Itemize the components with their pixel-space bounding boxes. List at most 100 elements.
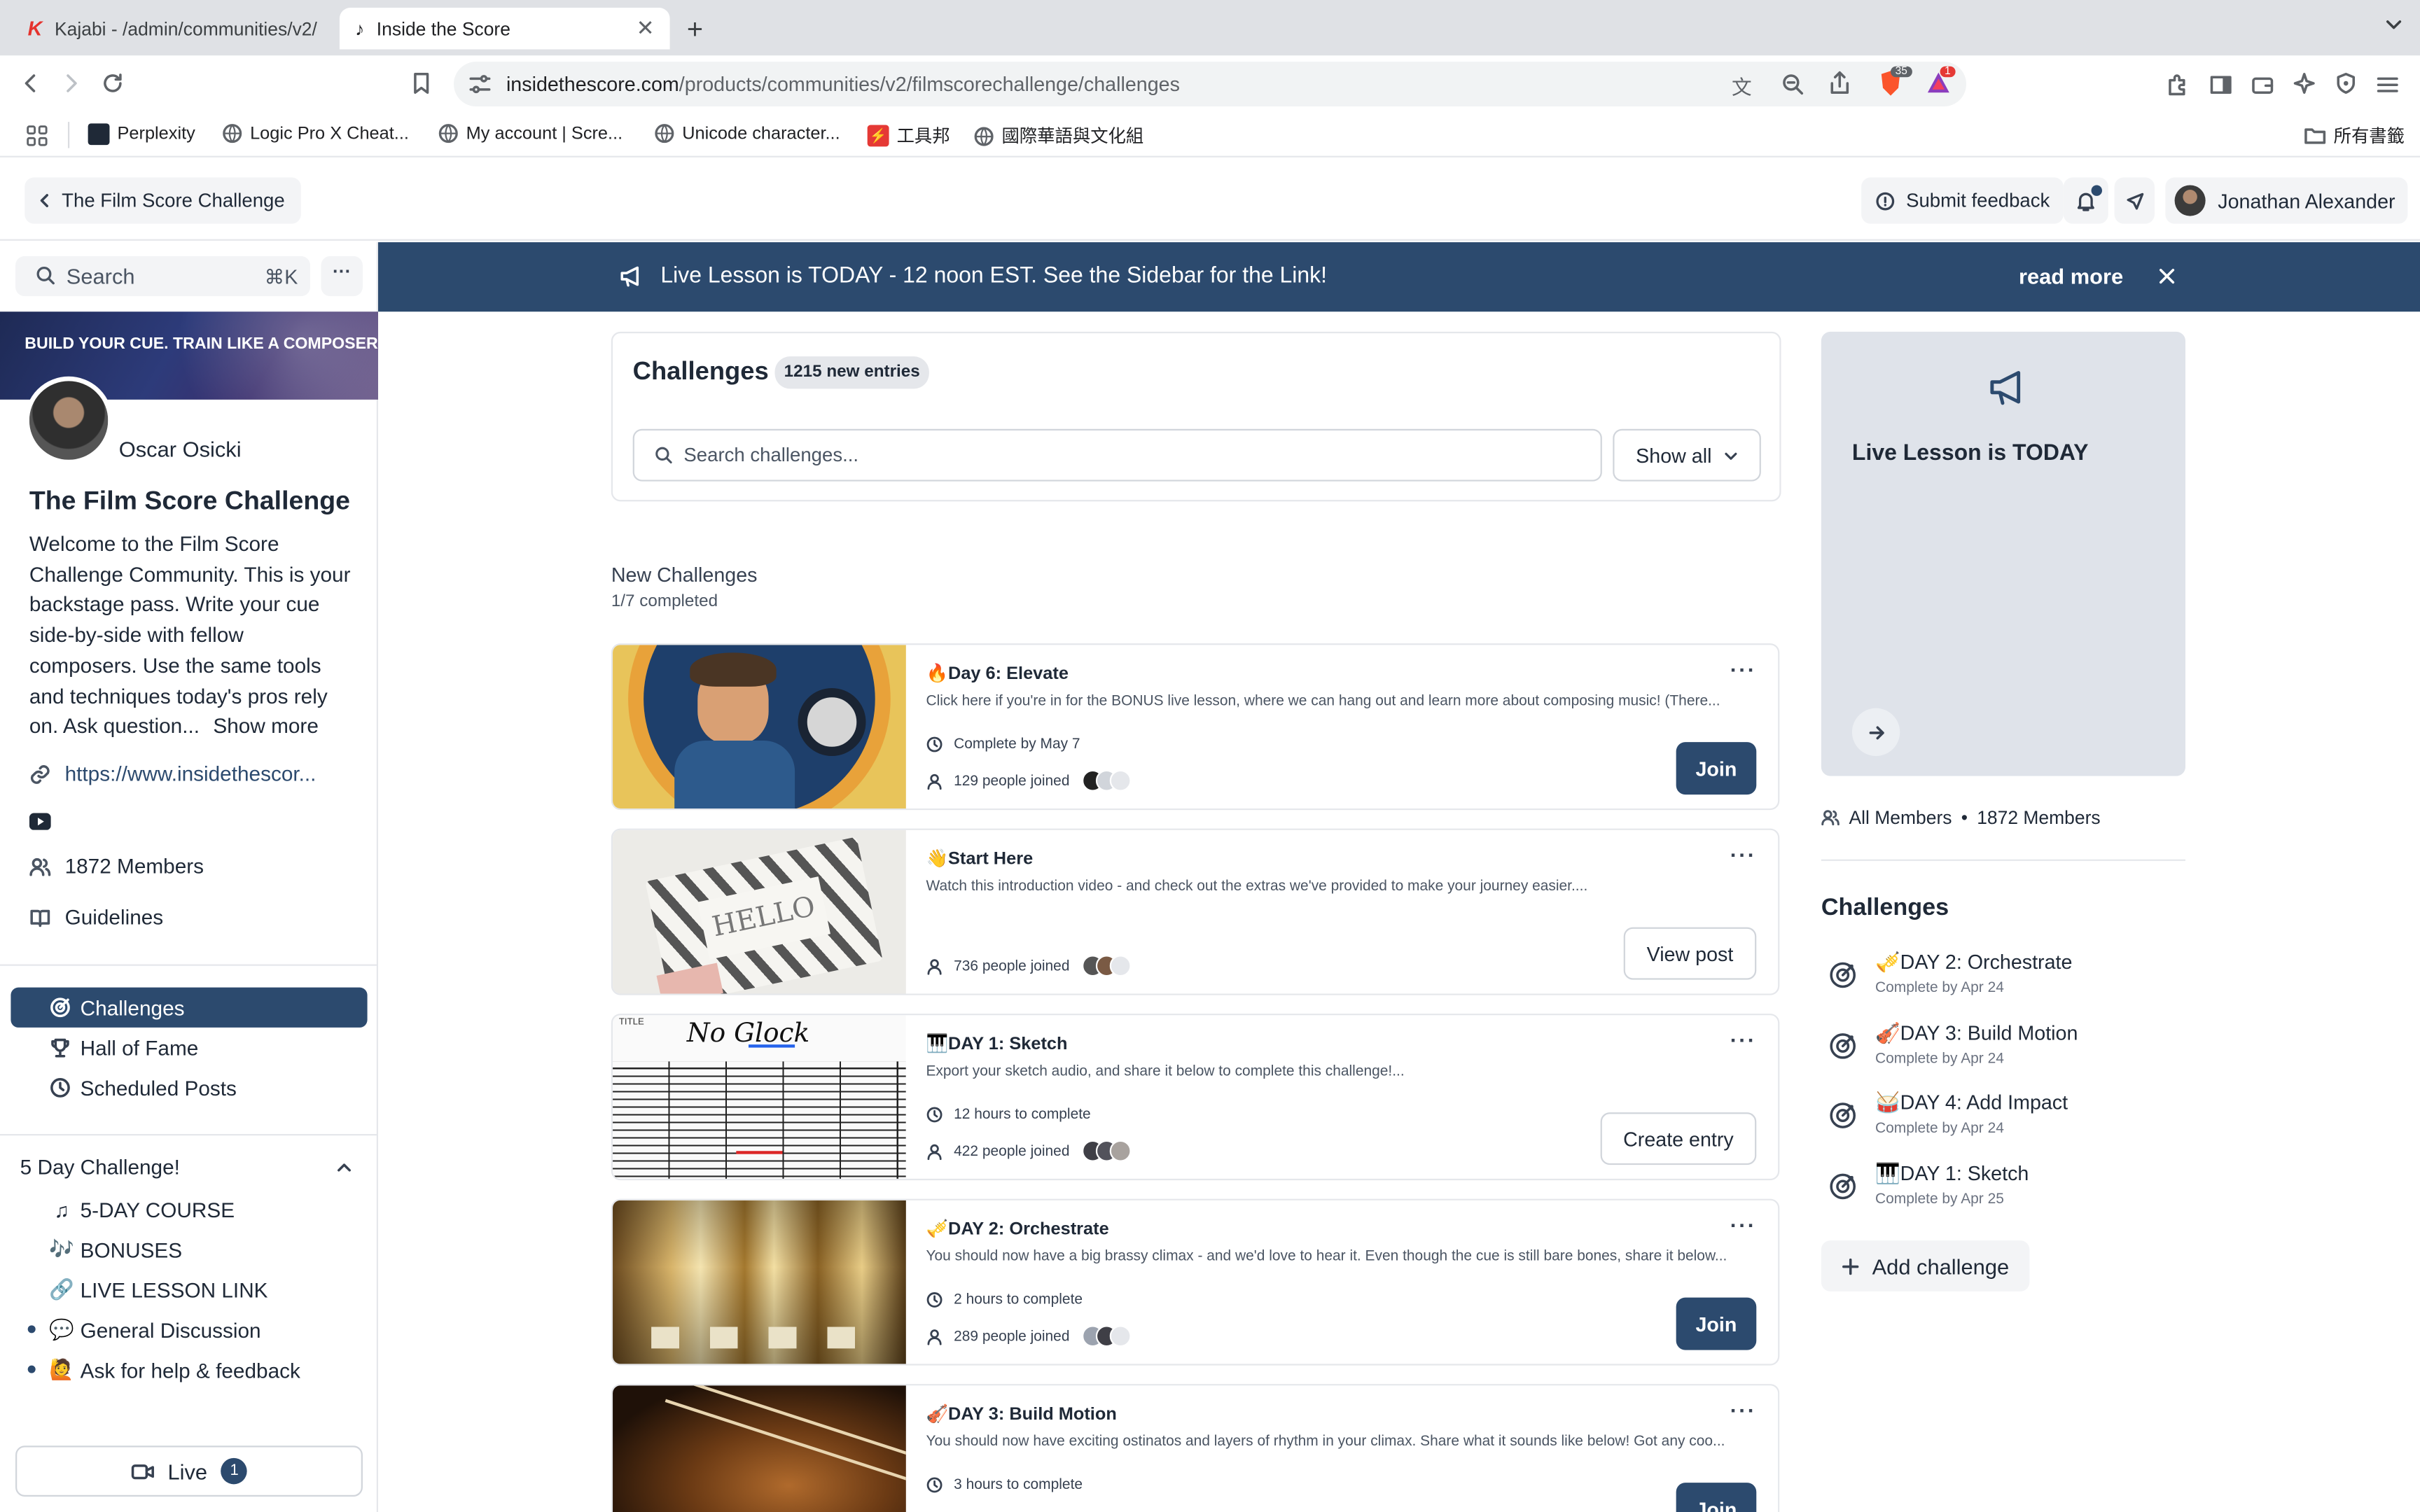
bookmark-tools[interactable]: ⚡ 工具邦: [867, 123, 950, 148]
bookmark-perplexity[interactable]: Perplexity: [88, 123, 195, 146]
sidebar-search-input[interactable]: Search ⌘K: [15, 255, 311, 297]
browser-tab-kajabi[interactable]: K Kajabi - /admin/communities/v2/7: [13, 8, 333, 50]
show-more-link[interactable]: Show more: [213, 715, 318, 738]
back-arrow-icon[interactable]: [18, 71, 43, 95]
avatar-stack: [1082, 1140, 1132, 1162]
owner-avatar[interactable]: [25, 376, 113, 465]
live-lesson-promo-card[interactable]: Live Lesson is TODAY: [1821, 331, 2186, 776]
sidebar-item-5-day-course[interactable]: ♫ 5-DAY COURSE: [11, 1189, 367, 1229]
users-icon: [29, 855, 51, 877]
sidebar-item-scheduled-posts[interactable]: Scheduled Posts: [11, 1068, 367, 1107]
avatar: [1109, 1325, 1132, 1348]
tab-list-chevron-icon[interactable]: [2384, 15, 2402, 34]
more-options-icon[interactable]: ···: [1730, 1212, 1756, 1237]
extensions-puzzle-icon[interactable]: [2165, 73, 2190, 97]
chevron-up-icon: [336, 1159, 352, 1175]
wallet-icon[interactable]: [2251, 73, 2275, 97]
filter-dropdown[interactable]: Show all: [1613, 428, 1761, 482]
view-post-button[interactable]: View post: [1623, 927, 1757, 980]
challenge-card[interactable]: 🎻DAY 3: Build Motion ··· You should now …: [611, 1384, 1780, 1512]
sidebar-item-bonuses[interactable]: 🎶 BONUSES: [11, 1230, 367, 1270]
sidebar-item-challenges[interactable]: Challenges: [11, 987, 368, 1028]
bookmark-folder-all[interactable]: 所有書籤: [2304, 123, 2405, 148]
user-menu-button[interactable]: Jonathan Alexander: [2165, 177, 2408, 224]
youtube-icon[interactable]: [29, 813, 51, 830]
add-challenge-button[interactable]: Add challenge: [1821, 1240, 2029, 1292]
close-icon[interactable]: [2157, 267, 2176, 285]
menu-hamburger-icon[interactable]: [2375, 73, 2400, 97]
address-bar[interactable]: insidethescore.com/products/communities/…: [454, 62, 1967, 107]
community-link[interactable]: https://www.insidethescor...: [29, 762, 317, 785]
bookmark-my-account[interactable]: My account | Scre...: [438, 123, 623, 144]
forward-arrow-icon[interactable]: [59, 71, 83, 95]
submit-feedback-button[interactable]: Submit feedback: [1861, 177, 2064, 224]
bookmark-icon[interactable]: [410, 71, 432, 95]
challenge-title: 🎹DAY 1: Sketch: [926, 1035, 1068, 1054]
brave-shield-icon[interactable]: 35: [1878, 66, 1912, 97]
brave-rewards-icon[interactable]: 1: [1925, 66, 1956, 95]
apps-grid-icon[interactable]: [25, 123, 49, 148]
challenge-card[interactable]: TITLE No Glock 🎹DAY 1: Sketch ··· Export…: [611, 1014, 1780, 1181]
reload-icon[interactable]: [100, 71, 125, 95]
challenges-header-card: Challenges 1215 new entries Search chall…: [611, 331, 1781, 502]
sidebar-toggle-icon[interactable]: [2209, 73, 2233, 97]
bookmark-huayu[interactable]: 國際華語與文化組: [974, 123, 1143, 148]
guidelines-link[interactable]: Guidelines: [29, 906, 163, 929]
translate-icon[interactable]: 文: [1732, 71, 1752, 100]
challenge-description: You should now have a big brassy climax …: [926, 1248, 1727, 1266]
search-placeholder: Search challenges...: [683, 444, 859, 466]
right-challenge-item[interactable]: 🎹DAY 1: Sketch Complete by Apr 25: [1821, 1162, 2192, 1224]
user-icon: [926, 772, 943, 790]
sidebar-item-hall-of-fame[interactable]: Hall of Fame: [11, 1028, 367, 1068]
megaphone-icon: [1987, 369, 2030, 406]
search-icon: [655, 446, 673, 464]
join-button[interactable]: Join: [1676, 1483, 1757, 1512]
share-icon[interactable]: [1829, 71, 1851, 95]
join-button[interactable]: Join: [1676, 742, 1757, 795]
live-label: Live: [167, 1458, 208, 1484]
right-challenge-item[interactable]: 🥁DAY 4: Add Impact Complete by Apr 24: [1821, 1091, 2192, 1152]
book-icon: [29, 906, 51, 928]
sidebar-more-button[interactable]: ···: [321, 255, 363, 297]
sidebar-item-live-lesson-link[interactable]: 🔗 LIVE LESSON LINK: [11, 1270, 367, 1310]
members-link[interactable]: 1872 Members: [29, 855, 204, 878]
challenge-participants: 129 people joined: [926, 769, 1132, 792]
new-tab-icon[interactable]: +: [687, 14, 703, 46]
challenge-thumbnail-brass: [613, 1200, 906, 1364]
close-tab-icon[interactable]: ✕: [637, 15, 655, 41]
back-to-community-button[interactable]: The Film Score Challenge: [25, 177, 300, 224]
read-more-link[interactable]: read more: [2019, 264, 2123, 288]
notifications-button[interactable]: [2063, 177, 2108, 224]
site-settings-icon[interactable]: [469, 74, 491, 94]
vpn-icon[interactable]: [2334, 71, 2358, 95]
leo-ai-icon[interactable]: [2292, 71, 2316, 95]
bookmark-logic-pro[interactable]: Logic Pro X Cheat...: [222, 123, 409, 144]
more-options-icon[interactable]: ···: [1730, 842, 1756, 867]
create-entry-button[interactable]: Create entry: [1600, 1112, 1757, 1166]
zoom-icon[interactable]: [1781, 73, 1804, 96]
challenge-card[interactable]: 🎺DAY 2: Orchestrate ··· You should now h…: [611, 1198, 1780, 1366]
sidebar-item-general-discussion[interactable]: 💬 General Discussion: [11, 1310, 367, 1350]
join-button[interactable]: Join: [1676, 1297, 1757, 1350]
right-challenge-item[interactable]: 🎺DAY 2: Orchestrate Complete by Apr 24: [1821, 951, 2192, 1012]
search-challenges-input[interactable]: Search challenges...: [632, 428, 1602, 482]
bullet-separator: •: [1961, 806, 1968, 829]
more-options-icon[interactable]: ···: [1730, 657, 1756, 682]
section-header-5-day-challenge[interactable]: 5 Day Challenge!: [20, 1156, 352, 1179]
owner-name[interactable]: Oscar Osicki: [119, 437, 242, 461]
browser-tab-inside-the-score[interactable]: ♪ Inside the Score ✕: [339, 8, 670, 50]
arrow-right-icon[interactable]: [1851, 708, 1900, 757]
challenge-card[interactable]: HELLO 👋Start Here ··· Watch this introdu…: [611, 828, 1780, 995]
more-options-icon[interactable]: ···: [1730, 1398, 1756, 1422]
challenge-card[interactable]: 🔥Day 6: Elevate ··· Click here if you're…: [611, 643, 1780, 811]
more-options-icon[interactable]: ···: [1730, 1028, 1756, 1052]
cursor-mode-button[interactable]: [2114, 177, 2155, 224]
bookmark-unicode[interactable]: Unicode character...: [655, 123, 840, 144]
right-challenge-item[interactable]: 🎻DAY 3: Build Motion Complete by Apr 24: [1821, 1021, 2192, 1083]
challenge-thumbnail-composer: [613, 645, 906, 808]
target-icon: [48, 995, 72, 1020]
all-members-link[interactable]: All Members • 1872 Members: [1821, 807, 2101, 829]
bookmark-divider: [67, 122, 70, 148]
sidebar-item-ask-for-help[interactable]: 🙋 Ask for help & feedback: [11, 1350, 367, 1390]
live-button[interactable]: Live 1: [15, 1446, 363, 1497]
